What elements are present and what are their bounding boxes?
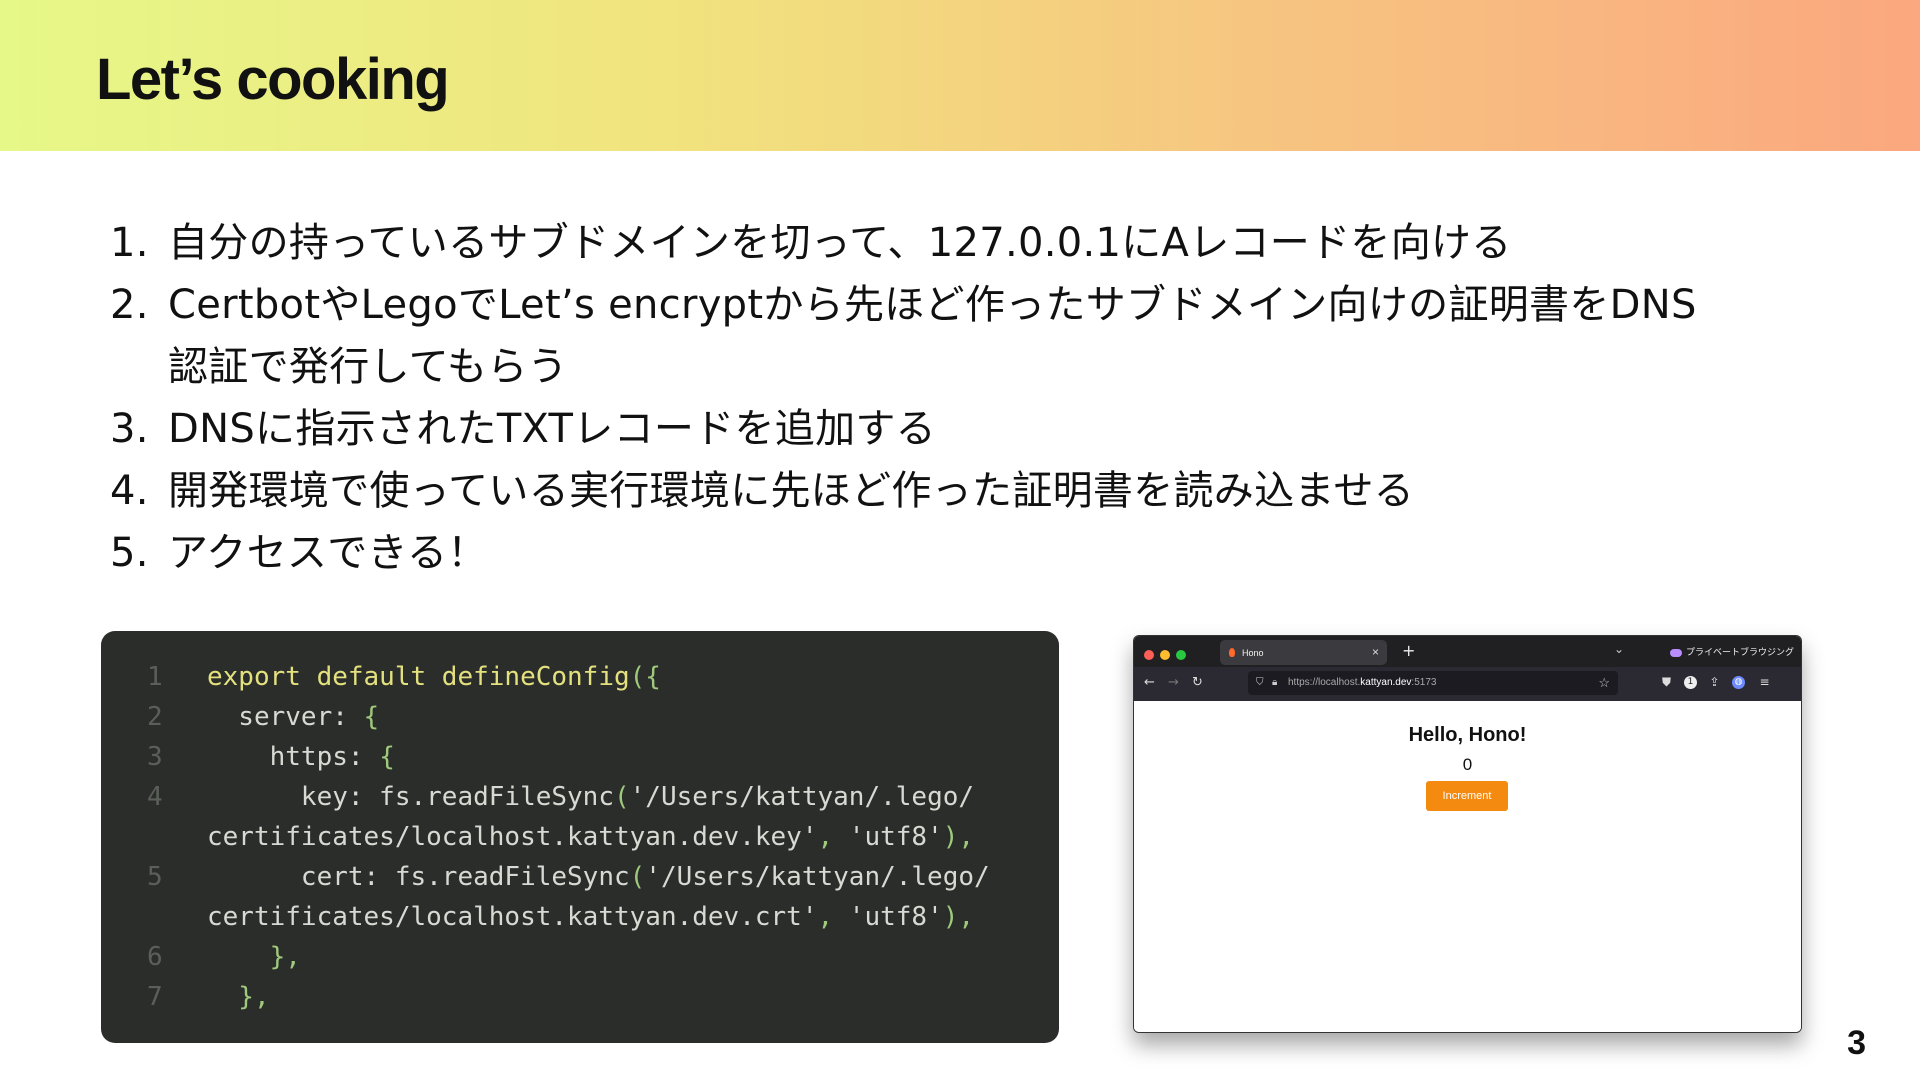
code-line: 5 cert: fs.readFileSync('/Users/kattyan/… [101, 857, 1059, 897]
code-token: '/Users/kattyan/.lego/ [645, 862, 990, 892]
code-token: server: [207, 702, 364, 732]
code-token: export default defineConfig [207, 662, 630, 692]
share-icon[interactable]: ⇪ [1708, 676, 1721, 689]
code-token: ), [942, 822, 975, 852]
code-token: ({ [629, 662, 661, 692]
code-line: 7 }, [101, 977, 1059, 1017]
back-icon[interactable]: ← [1144, 675, 1155, 690]
step-item: 2. CertbotやLegoでLet’s encryptから先ほど作ったサブド… [110, 274, 1810, 398]
code-line: 4 key: fs.readFileSync('/Users/kattyan/.… [101, 777, 1059, 817]
line-number: 1 [147, 662, 163, 692]
code-token: '/Users/kattyan/.lego/ [629, 782, 975, 812]
url-bar[interactable]: ⛉ 🔒︎ https://localhost.kattyan.dev:5173 … [1248, 671, 1618, 695]
line-number: 7 [147, 982, 163, 1012]
account-icon[interactable]: ◍ [1732, 676, 1745, 689]
private-browsing-indicator: プライベートブラウジング [1670, 645, 1794, 658]
code-token: }, [207, 982, 270, 1012]
step-number: 3. [110, 406, 149, 452]
step-number: 2. [110, 282, 149, 328]
tab-title: Hono [1242, 648, 1264, 658]
step-number: 5. [110, 530, 149, 576]
pocket-icon[interactable]: ⛊ [1660, 676, 1673, 689]
code-token: 'utf8' [848, 902, 943, 932]
code-line: certificates/localhost.kattyan.dev.key',… [101, 817, 1059, 857]
star-icon[interactable]: ☆ [1598, 675, 1610, 691]
private-browsing-label: プライベートブラウジング [1686, 647, 1795, 657]
step-text: 自分の持っているサブドメインを切って、127.0.0.1にAレコードを向ける [168, 220, 1512, 266]
code-line: 3 https: { [101, 737, 1059, 777]
browser-window: Hono × + ⌄ プライベートブラウジング ← → ↻ ⛉ 🔒︎ https… [1133, 635, 1802, 1033]
code-token: certificates/localhost.kattyan.dev.crt' [207, 902, 818, 932]
step-item: 1. 自分の持っているサブドメインを切って、127.0.0.1にAレコードを向け… [110, 212, 1810, 274]
line-number: 3 [147, 742, 163, 772]
counter-value: 0 [1462, 755, 1473, 774]
code-token: certificates/localhost.kattyan.dev.key' [207, 822, 818, 852]
maximize-window-button[interactable] [1176, 650, 1186, 660]
code-token: , [817, 822, 849, 852]
code-line: 6 }, [101, 937, 1059, 977]
page-heading: Hello, Hono! [1408, 724, 1527, 746]
code-token: ), [942, 902, 975, 932]
private-mask-icon [1670, 648, 1682, 657]
browser-page-content: Hello, Hono! 0 Increment [1134, 701, 1801, 1032]
code-token: , [817, 902, 849, 932]
reload-icon[interactable]: ↻ [1192, 675, 1203, 690]
step-number: 4. [110, 468, 149, 514]
code-token: ( [614, 782, 630, 812]
code-token: cert: fs.readFileSync [207, 862, 630, 892]
tab-close-icon[interactable]: × [1372, 645, 1379, 659]
code-token: ( [629, 862, 646, 892]
step-item: 3. DNSに指示されたTXTレコードを追加する [110, 398, 1810, 460]
step-text: 開発環境で使っている実行環境に先ほど作った証明書を読み込ませる [168, 468, 1415, 514]
step-text: アクセスできる！ [168, 530, 488, 576]
code-token: 'utf8' [848, 822, 943, 852]
code-token: { [363, 702, 380, 732]
browser-tab-bar: Hono × + ⌄ プライベートブラウジング [1134, 636, 1801, 667]
step-text-continued: 認証で発行してもらう [168, 344, 568, 390]
slide-title: Let’s cooking [96, 47, 450, 112]
step-number: 1. [110, 220, 149, 266]
code-block: 1 export default defineConfig({ 2 server… [101, 631, 1059, 1043]
code-line: 2 server: { [101, 697, 1059, 737]
menu-icon[interactable]: ≡ [1758, 676, 1771, 689]
code-line: certificates/localhost.kattyan.dev.crt',… [101, 897, 1059, 937]
step-text: CertbotやLegoでLet’s encryptから先ほど作ったサブドメイン… [168, 282, 1697, 328]
code-token: https: [207, 742, 380, 772]
steps-list: 1. 自分の持っているサブドメインを切って、127.0.0.1にAレコードを向け… [110, 212, 1810, 584]
code-line: 1 export default defineConfig({ [101, 657, 1059, 697]
code-token: key: fs.readFileSync [207, 782, 614, 812]
hono-favicon-icon [1229, 648, 1235, 657]
url-text[interactable]: https://localhost.kattyan.dev:5173 [1288, 677, 1436, 688]
lock-icon[interactable]: 🔒︎ [1272, 677, 1277, 688]
line-number: 5 [147, 862, 163, 892]
code-token: }, [207, 942, 301, 972]
step-text: DNSに指示されたTXTレコードを追加する [168, 406, 936, 452]
extension-icon[interactable]: 1 [1684, 676, 1697, 689]
increment-button[interactable]: Increment [1426, 781, 1508, 811]
code-token: { [379, 742, 395, 772]
step-item: 5. アクセスできる！ [110, 522, 1810, 584]
new-tab-button[interactable]: + [1402, 641, 1415, 660]
forward-icon[interactable]: → [1168, 675, 1179, 690]
line-number: 6 [147, 942, 163, 972]
line-number: 2 [147, 702, 163, 732]
minimize-window-button[interactable] [1160, 650, 1170, 660]
shield-icon[interactable]: ⛉ [1256, 677, 1264, 688]
browser-nav-bar: ← → ↻ ⛉ 🔒︎ https://localhost.kattyan.dev… [1134, 667, 1801, 701]
close-window-button[interactable] [1144, 650, 1154, 660]
page-number: 3 [1847, 1024, 1866, 1062]
step-item: 4. 開発環境で使っている実行環境に先ほど作った証明書を読み込ませる [110, 460, 1810, 522]
line-number: 4 [147, 782, 163, 812]
tab-list-chevron-icon[interactable]: ⌄ [1614, 642, 1624, 656]
browser-tab-hono[interactable]: Hono × [1220, 640, 1387, 665]
slide-header: Let’s cooking [0, 0, 1920, 151]
